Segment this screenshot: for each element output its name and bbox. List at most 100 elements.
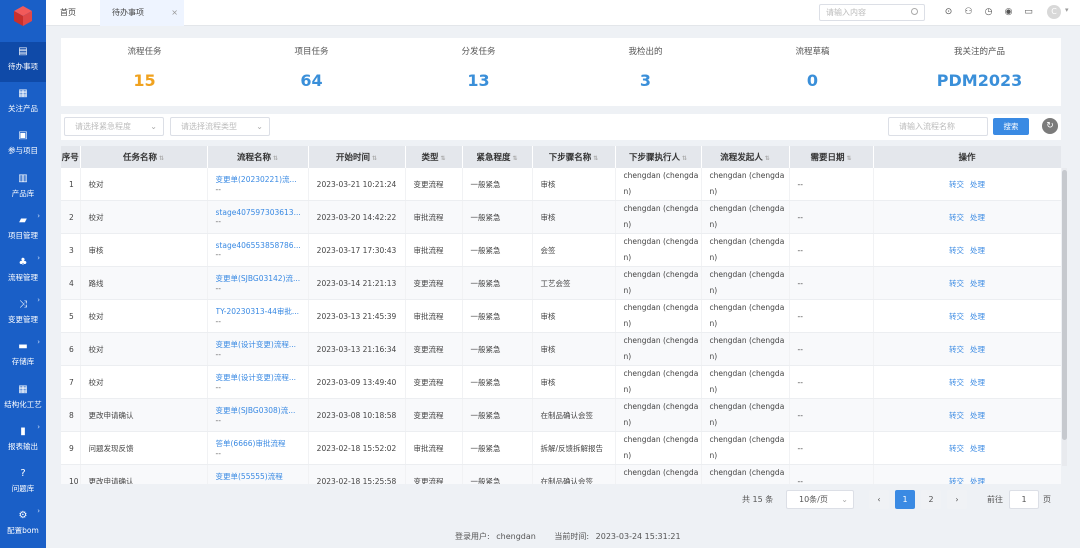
prev-page-button[interactable]: ‹ bbox=[869, 490, 889, 509]
handle-link[interactable]: 处理 bbox=[970, 246, 985, 255]
transfer-link[interactable]: 转交 bbox=[949, 345, 964, 354]
tab-home[interactable]: 首页 bbox=[54, 0, 100, 26]
close-icon[interactable]: × bbox=[171, 0, 178, 26]
sort-icon[interactable]: ⇅ bbox=[765, 155, 770, 162]
sidebar-item-1[interactable]: ▦ 关注产品 bbox=[0, 84, 46, 124]
transfer-link[interactable]: 转交 bbox=[949, 213, 964, 222]
column-header[interactable]: 类型 ⇅ bbox=[405, 146, 463, 168]
flow-name-link[interactable]: stage40759730361​3... bbox=[216, 208, 308, 217]
sort-icon[interactable]: ⇅ bbox=[159, 155, 164, 162]
chevron-down-icon[interactable]: ▾ bbox=[1065, 6, 1069, 14]
sort-icon[interactable]: ⇅ bbox=[682, 155, 687, 162]
transfer-link[interactable]: 转交 bbox=[949, 411, 964, 420]
handle-link[interactable]: 处理 bbox=[970, 345, 985, 354]
sidebar-item-9[interactable]: ▮ › 报表输出 bbox=[0, 422, 46, 462]
flow-type-select[interactable]: 请选择流程类型 ⌄ bbox=[170, 117, 270, 136]
sidebar-item-6[interactable]: ⤨ › 变更管理 bbox=[0, 295, 46, 335]
sidebar-item-11[interactable]: ⚙ › 配置bom bbox=[0, 506, 46, 546]
page-2-button[interactable]: 2 bbox=[921, 490, 941, 509]
sort-icon[interactable]: ⇅ bbox=[273, 155, 278, 162]
flow-name-link[interactable]: 变更单(设计变更)流程... bbox=[216, 339, 308, 350]
flow-name-link[interactable]: 变更单(设计变更)流程... bbox=[216, 372, 308, 383]
handle-link[interactable]: 处理 bbox=[970, 213, 985, 222]
column-header[interactable]: 下步骤名称 ⇅ bbox=[532, 146, 616, 168]
history-icon[interactable]: ◷ bbox=[983, 7, 994, 18]
flow-name-link[interactable]: stage406553858786... bbox=[216, 241, 308, 250]
target-icon[interactable]: ◉ bbox=[1003, 7, 1014, 18]
sort-icon[interactable]: ⇅ bbox=[440, 155, 445, 162]
scrollbar-thumb[interactable] bbox=[1062, 170, 1067, 440]
flow-name-link[interactable]: 变更单(55555)流程 bbox=[216, 471, 308, 482]
stat-card[interactable]: 项目任务 64 bbox=[228, 38, 395, 106]
column-header[interactable]: 下步骤执行人 ⇅ bbox=[615, 146, 702, 168]
next-page-button[interactable]: › bbox=[947, 490, 967, 509]
transfer-link[interactable]: 转交 bbox=[949, 378, 964, 387]
column-header[interactable]: 紧急程度 ⇅ bbox=[462, 146, 533, 168]
handle-link[interactable]: 处理 bbox=[970, 279, 985, 288]
table-row[interactable]: 4 路线 变更单(SJBG03142)流... -- 2023-03-14 21:21:… bbox=[61, 266, 1061, 300]
transfer-link[interactable]: 转交 bbox=[949, 246, 964, 255]
sidebar-item-7[interactable]: ▬ › 存储库 bbox=[0, 337, 46, 377]
flow-name-link[interactable]: 变更单(SJBG0308)流... bbox=[216, 405, 308, 416]
page-1-button[interactable]: 1 bbox=[895, 490, 915, 509]
handle-link[interactable]: 处理 bbox=[970, 477, 985, 485]
table-row[interactable]: 7 校对 变更单(设计变更)流程... -- 2023-03-09 13:49:40 变更… bbox=[61, 365, 1061, 399]
transfer-link[interactable]: 转交 bbox=[949, 477, 964, 485]
sidebar-item-4[interactable]: ▰ › 项目管理 bbox=[0, 211, 46, 251]
transfer-link[interactable]: 转交 bbox=[949, 180, 964, 189]
column-header[interactable]: 需要日期 ⇅ bbox=[789, 146, 874, 168]
handle-link[interactable]: 处理 bbox=[970, 444, 985, 453]
urgency-select[interactable]: 请选择紧急程度 ⌄ bbox=[64, 117, 164, 136]
sidebar-item-8[interactable]: ▦ 结构化工艺 bbox=[0, 380, 46, 420]
search-button[interactable]: 搜索 bbox=[993, 118, 1029, 135]
user-switch-icon[interactable]: ⚇ bbox=[963, 7, 974, 18]
page-size-select[interactable]: 10条/页 ⌄ bbox=[786, 490, 854, 509]
sort-icon[interactable]: ⇅ bbox=[846, 155, 851, 162]
sidebar-item-3[interactable]: ▥ 产品库 bbox=[0, 169, 46, 209]
settings-circle-icon[interactable]: ⊙ bbox=[943, 7, 954, 18]
handle-link[interactable]: 处理 bbox=[970, 378, 985, 387]
handle-link[interactable]: 处理 bbox=[970, 411, 985, 420]
stat-card[interactable]: 分发任务 13 bbox=[395, 38, 562, 106]
flow-name-link[interactable]: TY-20230313-44审批... bbox=[216, 306, 308, 317]
tab-todo[interactable]: 待办事项 × bbox=[100, 0, 184, 26]
flow-name-link[interactable]: 答单(6666)审批流程 bbox=[216, 438, 308, 449]
column-header[interactable]: 开始时间 ⇅ bbox=[308, 146, 406, 168]
flow-name-link[interactable]: 变更单(SJBG03142)流... bbox=[216, 273, 308, 284]
table-row[interactable]: 9 问题发现反馈 答单(6666)审批流程 -- 2023-02-18 15:52:02… bbox=[61, 431, 1061, 465]
sort-icon[interactable]: ⇅ bbox=[372, 155, 377, 162]
stat-card[interactable]: 流程任务 15 bbox=[61, 38, 228, 106]
transfer-link[interactable]: 转交 bbox=[949, 279, 964, 288]
sidebar-item-5[interactable]: ♣ › 流程管理 bbox=[0, 253, 46, 293]
avatar[interactable]: C bbox=[1047, 5, 1061, 19]
stat-card[interactable]: 流程草稿 0 bbox=[729, 38, 896, 106]
refresh-icon[interactable]: ↻ bbox=[1042, 118, 1058, 134]
column-header[interactable]: 流程发起人 ⇅ bbox=[701, 146, 790, 168]
flow-name-input[interactable]: 请输入流程名称 bbox=[888, 117, 988, 136]
goto-page-input[interactable]: 1 bbox=[1009, 490, 1039, 509]
search-input[interactable]: 请输入内容 bbox=[819, 4, 925, 21]
table-row[interactable]: 10更改申请确认变更单(55555)流程--2023-02-18 15:25:5… bbox=[61, 464, 1061, 485]
column-header[interactable]: 任务名称 ⇅ bbox=[80, 146, 208, 168]
sort-icon[interactable]: ⇅ bbox=[512, 155, 517, 162]
sort-icon[interactable]: ⇅ bbox=[593, 155, 598, 162]
message-icon[interactable]: ▭ bbox=[1023, 7, 1034, 18]
flow-name-link[interactable]: 变更单(20230221)流... bbox=[216, 174, 308, 185]
transfer-link[interactable]: 转交 bbox=[949, 312, 964, 321]
search-icon[interactable] bbox=[911, 8, 918, 15]
handle-link[interactable]: 处理 bbox=[970, 312, 985, 321]
table-row[interactable]: 5 校对 TY-20230313-44审批... -- 2023-03-13 21:45… bbox=[61, 299, 1061, 333]
table-row[interactable]: 3 审核 stage406553858786... -- 2023-03-17 17:3… bbox=[61, 233, 1061, 267]
table-row[interactable]: 6 校对 变更单(设计变更)流程... -- 2023-03-13 21:16:34 变更… bbox=[61, 332, 1061, 366]
vertical-scrollbar[interactable] bbox=[1062, 168, 1067, 466]
column-header[interactable]: 流程名称 ⇅ bbox=[207, 146, 309, 168]
table-row[interactable]: 2 校对 stage40759730361​3... -- 2023-03-20 14:… bbox=[61, 200, 1061, 234]
stat-card[interactable]: 我检出的 3 bbox=[562, 38, 729, 106]
sidebar-item-10[interactable]: ? 问题库 bbox=[0, 464, 46, 504]
sidebar-item-2[interactable]: ▣ 参与项目 bbox=[0, 126, 46, 166]
table-row[interactable]: 1 校对 变更单(20230221)流... -- 2023-03-21 10:21:2… bbox=[61, 168, 1061, 201]
table-row[interactable]: 8 更改申请确认 变更单(SJBG0308)流... -- 2023-03-08 10:… bbox=[61, 398, 1061, 432]
transfer-link[interactable]: 转交 bbox=[949, 444, 964, 453]
sidebar-item-0[interactable]: ▤ 待办事项 bbox=[0, 42, 46, 82]
handle-link[interactable]: 处理 bbox=[970, 180, 985, 189]
